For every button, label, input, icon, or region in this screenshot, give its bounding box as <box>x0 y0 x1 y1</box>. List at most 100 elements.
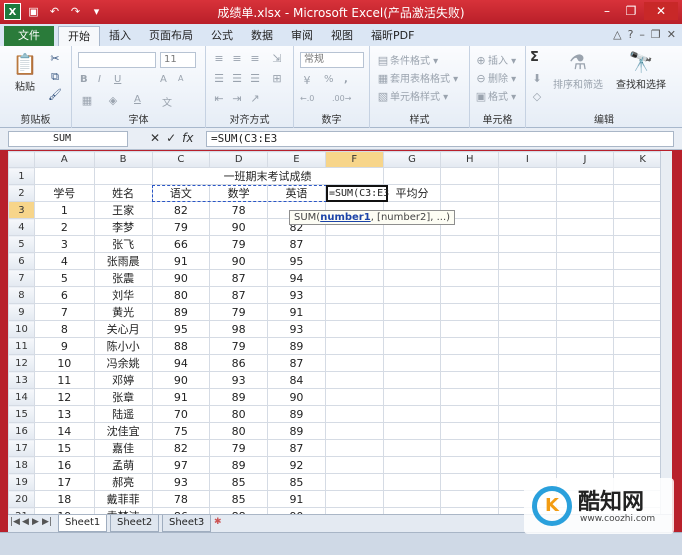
cell[interactable]: 王家 <box>93 201 153 219</box>
align-left-icon[interactable]: ☰ <box>212 72 226 86</box>
sort-filter-button[interactable]: ⚗ 排序和筛选 <box>552 48 604 91</box>
clear-icon[interactable]: ◇ <box>530 90 544 104</box>
new-sheet-icon[interactable]: ✱ <box>214 517 222 527</box>
cell[interactable] <box>382 354 442 372</box>
cell[interactable]: 张章 <box>93 388 153 406</box>
cell[interactable]: 94 <box>267 269 326 287</box>
col-header[interactable]: A <box>33 151 95 168</box>
sheet-tab-1[interactable]: Sheet1 <box>58 515 108 532</box>
sheet-tab-2[interactable]: Sheet2 <box>110 515 160 532</box>
comma-button[interactable]: , <box>344 74 348 85</box>
cell[interactable]: 66 <box>151 235 211 253</box>
cell[interactable]: 7 <box>33 303 95 321</box>
cell[interactable]: 陈小小 <box>93 337 153 355</box>
cell[interactable] <box>498 201 557 219</box>
cell[interactable]: 91 <box>267 303 326 321</box>
cell[interactable] <box>440 388 500 406</box>
cell[interactable] <box>498 337 557 355</box>
cell[interactable]: 黄光 <box>93 303 153 321</box>
decrease-decimal-button[interactable]: .00→ <box>332 94 351 103</box>
currency-icon[interactable]: ¥ <box>300 74 314 88</box>
autosum-button[interactable]: Σ <box>530 50 539 65</box>
sheet-tab-3[interactable]: Sheet3 <box>162 515 212 532</box>
cell[interactable] <box>382 286 442 304</box>
font-size-combo[interactable]: 11 <box>160 52 196 68</box>
cell[interactable]: 94 <box>151 354 211 372</box>
cell[interactable] <box>324 473 384 491</box>
cell[interactable] <box>555 371 615 389</box>
cell[interactable]: 85 <box>209 490 269 508</box>
cell[interactable] <box>440 473 500 491</box>
cell[interactable]: 85 <box>267 473 326 491</box>
cell[interactable]: 15 <box>33 439 95 457</box>
cell[interactable]: 2 <box>33 218 95 236</box>
cell[interactable]: 93 <box>151 473 211 491</box>
insert-cells-button[interactable]: ⊕ 插入 ▾ <box>474 52 516 68</box>
delete-cells-button[interactable]: ⊖ 删除 ▾ <box>474 70 516 86</box>
row-header[interactable]: 10 <box>8 320 35 338</box>
cell[interactable] <box>382 490 442 508</box>
row-header[interactable]: 18 <box>8 456 35 474</box>
cell[interactable]: 98 <box>209 320 269 338</box>
cell[interactable] <box>440 303 500 321</box>
col-header[interactable]: G <box>382 151 442 168</box>
function-tooltip[interactable]: SUM(number1, [number2], ...) <box>289 210 456 225</box>
merge-center-icon[interactable]: ⊞ <box>270 72 284 86</box>
cell[interactable] <box>555 218 615 236</box>
cell[interactable] <box>33 167 95 185</box>
row-header[interactable]: 17 <box>8 439 35 457</box>
cell[interactable] <box>382 235 442 253</box>
cell[interactable] <box>382 388 442 406</box>
cell[interactable] <box>382 422 442 440</box>
cell[interactable]: 陆遥 <box>93 405 153 423</box>
row-header[interactable]: 2 <box>8 184 35 202</box>
cell[interactable]: 刘华 <box>93 286 153 304</box>
cell[interactable]: 90 <box>209 252 269 270</box>
cell[interactable] <box>555 439 615 457</box>
cell[interactable] <box>555 303 615 321</box>
cell[interactable]: 14 <box>33 422 95 440</box>
cell[interactable] <box>382 303 442 321</box>
cell[interactable] <box>324 354 384 372</box>
cell[interactable]: 89 <box>209 456 269 474</box>
cell[interactable]: 11 <box>33 371 95 389</box>
cell[interactable]: 87 <box>209 269 269 287</box>
cell[interactable] <box>498 269 557 287</box>
tooltip-arg-number1[interactable]: number1 <box>320 212 371 223</box>
cell[interactable] <box>555 337 615 355</box>
cell[interactable]: 80 <box>209 405 269 423</box>
cell[interactable] <box>440 456 500 474</box>
cell[interactable]: 86 <box>209 354 269 372</box>
cell[interactable]: 戴菲菲 <box>93 490 153 508</box>
paste-button[interactable]: 📋 粘贴 <box>10 50 40 93</box>
cell[interactable] <box>498 235 557 253</box>
font-name-combo[interactable] <box>78 52 156 68</box>
tab-insert[interactable]: 插入 <box>100 26 140 46</box>
fill-color-icon[interactable]: ◈ <box>106 94 120 108</box>
cell[interactable]: 6 <box>33 286 95 304</box>
cell[interactable]: 84 <box>267 371 326 389</box>
workbook-minimize-icon[interactable]: – <box>639 28 645 41</box>
cell[interactable] <box>555 184 615 202</box>
col-header[interactable]: H <box>440 151 500 168</box>
cell-styles-button[interactable]: ▧ 单元格样式 ▾ <box>376 88 448 104</box>
find-select-button[interactable]: 🔭 查找和选择 <box>610 48 672 91</box>
cell[interactable] <box>324 303 384 321</box>
cell[interactable] <box>440 235 500 253</box>
cell[interactable] <box>440 354 500 372</box>
cell[interactable]: 87 <box>267 439 326 457</box>
row-header[interactable]: 9 <box>8 303 35 321</box>
row-header[interactable]: 3 <box>8 201 35 219</box>
cell[interactable] <box>324 490 384 508</box>
underline-button[interactable]: U <box>114 74 121 85</box>
tab-foxit-pdf[interactable]: 福昕PDF <box>362 26 423 46</box>
cell[interactable] <box>382 473 442 491</box>
cell[interactable]: 沈佳宜 <box>93 422 153 440</box>
cell[interactable] <box>498 422 557 440</box>
cell[interactable] <box>498 439 557 457</box>
cell[interactable] <box>440 422 500 440</box>
row-header[interactable]: 15 <box>8 405 35 423</box>
select-all-corner[interactable] <box>8 151 35 168</box>
active-cell-editor[interactable]: =SUM(C3:E3 <box>326 185 389 202</box>
cell[interactable]: 16 <box>33 456 95 474</box>
